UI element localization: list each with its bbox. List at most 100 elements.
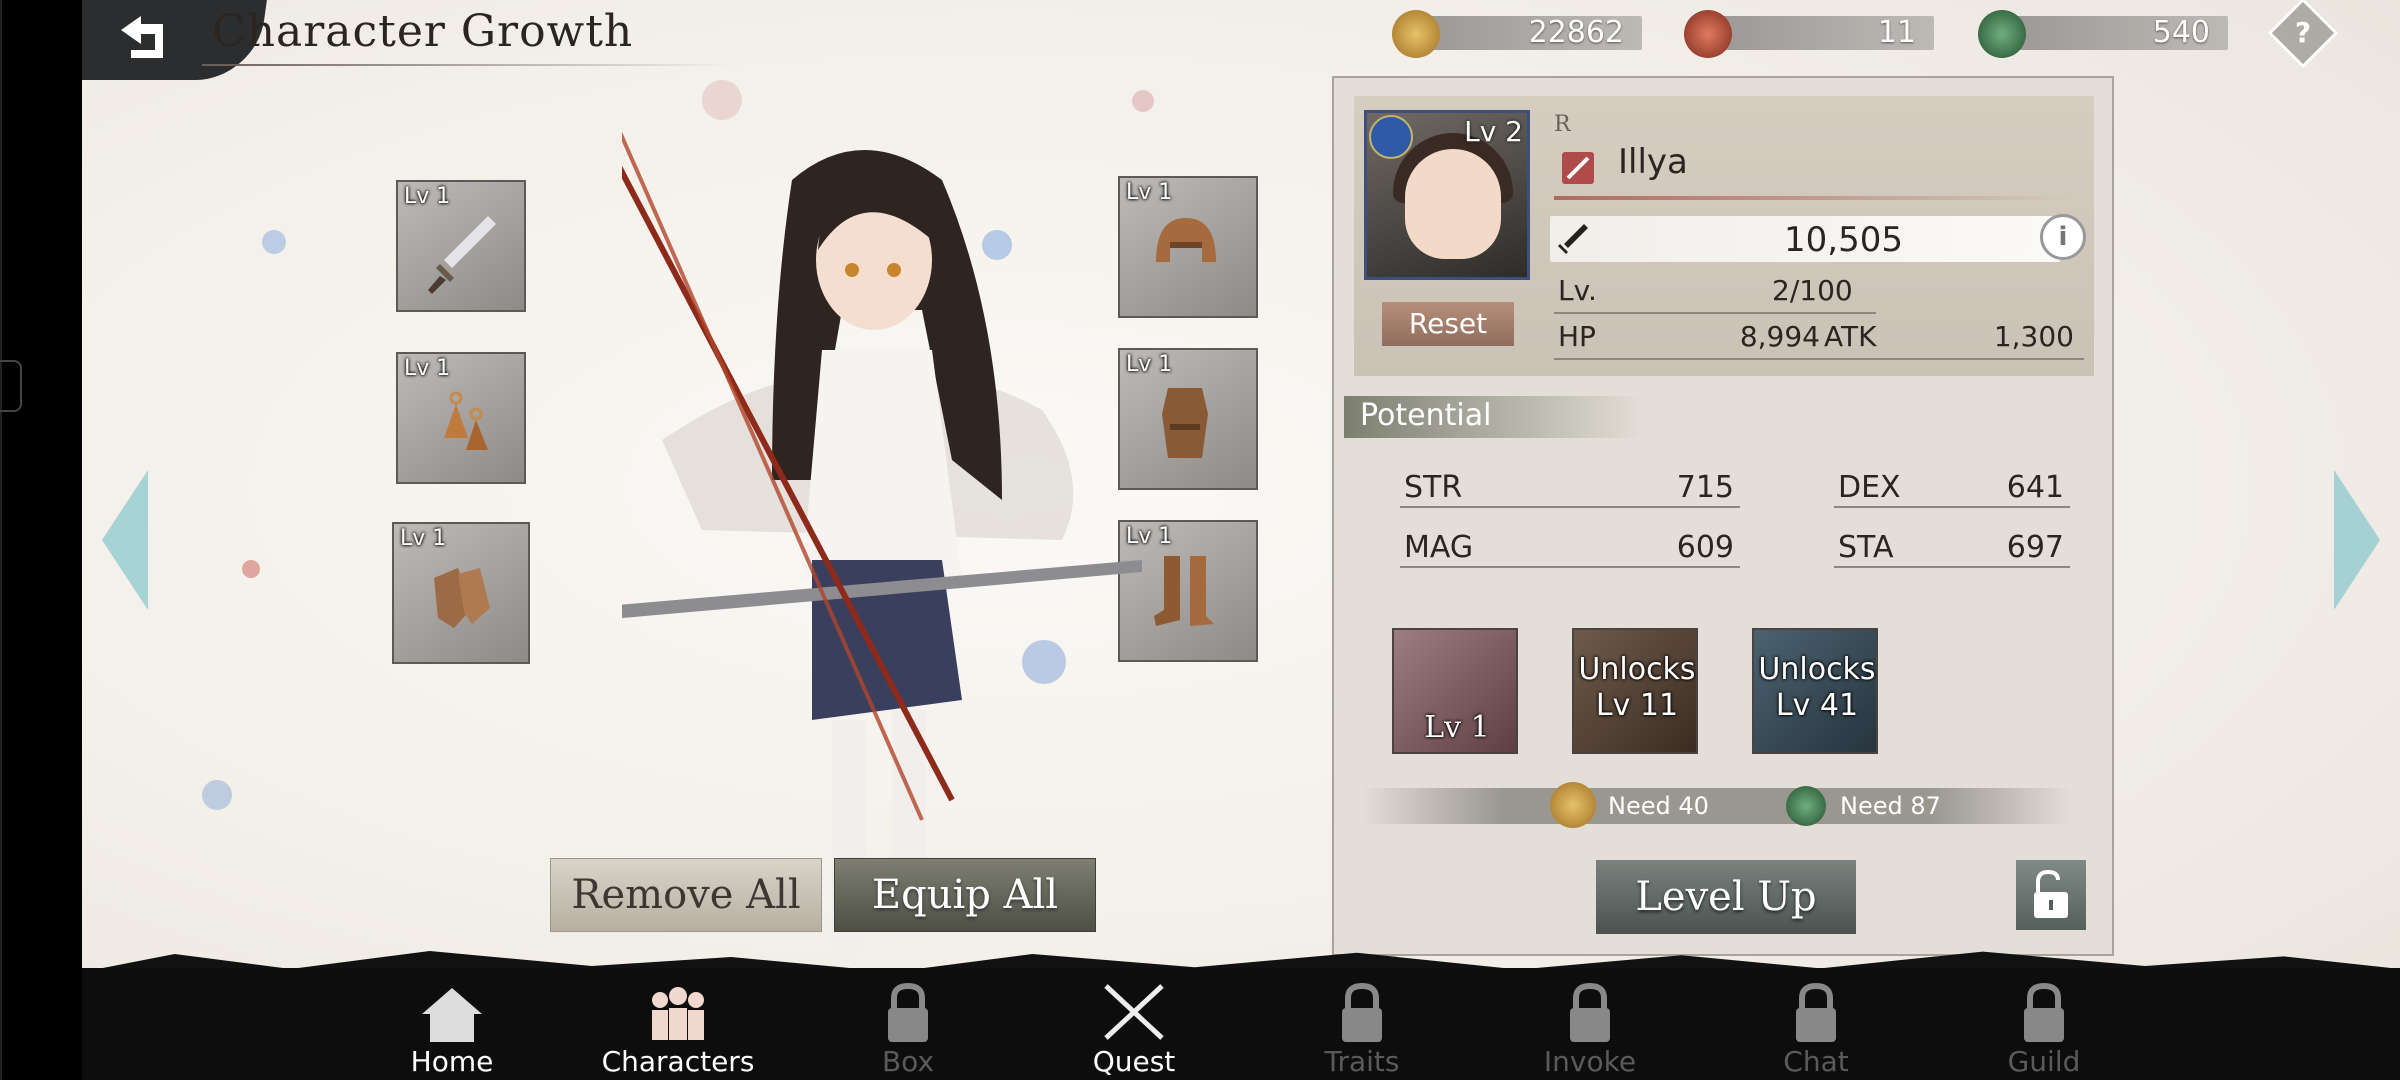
- game-screen: Character Growth 22862 11 540 ? Lv 1 Lv …: [82, 0, 2400, 1080]
- orb-cost: Need 87: [1840, 792, 1941, 820]
- equip-slot-weapon[interactable]: Lv 1: [396, 180, 526, 312]
- paint-splatter: [242, 560, 260, 578]
- atk-value: 1,300: [1993, 320, 2074, 353]
- mag-value: 609: [1676, 530, 1734, 565]
- divider: [1554, 312, 1876, 314]
- lock-toggle-button[interactable]: [2016, 860, 2086, 930]
- crossed-swords-icon: [1104, 984, 1164, 1040]
- helmet-icon: [1156, 218, 1216, 262]
- next-character-arrow[interactable]: [2334, 470, 2380, 610]
- equip-slot-gloves[interactable]: Lv 1: [392, 522, 530, 664]
- gloves-icon: [434, 568, 490, 628]
- divider: [1400, 506, 1740, 508]
- character-panel: Lv 2 Reset R Illya 10,505 i Lv. 2/100 HP…: [1332, 76, 2114, 956]
- atk-label: ATK: [1824, 320, 1877, 353]
- screen-edge: [0, 0, 2, 1080]
- nav-characters[interactable]: Characters: [578, 980, 778, 1080]
- gold-amount: 22862: [1528, 15, 1624, 50]
- red-orb-amount: 11: [1877, 15, 1916, 50]
- back-arrow-icon[interactable]: [107, 12, 177, 68]
- potential-title: Potential: [1360, 398, 1492, 433]
- red-orb-icon: [1684, 10, 1732, 58]
- hp-label: HP: [1558, 320, 1596, 353]
- mag-label: MAG: [1404, 530, 1474, 565]
- name-underline: [1554, 196, 2074, 200]
- divider: [1400, 566, 1740, 568]
- equip-all-button[interactable]: Equip All: [834, 858, 1096, 932]
- character-name: Illya: [1618, 142, 1688, 182]
- sword-icon: [1558, 224, 1588, 254]
- nav-label: Invoke: [1543, 1045, 1637, 1078]
- info-icon[interactable]: i: [2040, 214, 2086, 260]
- cost-bar: [1362, 788, 2072, 824]
- skill-unlock-text: Unlocks Lv 11: [1578, 652, 1696, 723]
- level-up-button[interactable]: Level Up: [1596, 860, 1856, 934]
- currency-red: 11: [1684, 10, 1934, 58]
- dex-value: 641: [2006, 470, 2064, 505]
- nav-label: Home: [410, 1045, 494, 1078]
- characters-icon: [652, 987, 704, 1040]
- sta-label: STA: [1838, 530, 1894, 565]
- character-info: Lv 2 Reset R Illya 10,505 i Lv. 2/100 HP…: [1354, 96, 2094, 376]
- dex-label: DEX: [1838, 470, 1901, 505]
- skill-unlock-text: Unlocks Lv 41: [1758, 652, 1876, 723]
- nav-traits[interactable]: Traits: [1262, 980, 1462, 1080]
- dagger-icon: [428, 216, 496, 294]
- nav-box[interactable]: Box: [808, 980, 1008, 1080]
- help-button[interactable]: ?: [2267, 0, 2339, 69]
- class-icon: [1562, 152, 1594, 184]
- divider: [1834, 506, 2070, 508]
- boots-icon: [1154, 556, 1214, 626]
- nav-chat[interactable]: Chat: [1716, 980, 1916, 1080]
- lock-icon: [2024, 982, 2064, 1042]
- character-portrait[interactable]: Lv 2: [1364, 110, 1530, 280]
- potential-skill-3[interactable]: Unlocks Lv 41: [1752, 628, 1878, 754]
- currency-green: 540: [1978, 10, 2228, 58]
- portrait-level: Lv 2: [1464, 115, 1523, 148]
- lock-icon: [1796, 982, 1836, 1042]
- rarity-label: R: [1554, 112, 1571, 137]
- hp-value: 8,994: [1739, 320, 1820, 353]
- lock-icon: [888, 982, 928, 1042]
- combat-power: 10,505: [1784, 220, 1903, 260]
- green-orb-amount: 540: [2152, 15, 2210, 50]
- sta-value: 697: [2006, 530, 2064, 565]
- prev-character-arrow[interactable]: [102, 470, 148, 610]
- gold-coin-icon: [1392, 10, 1440, 58]
- nav-label: Guild: [2007, 1045, 2081, 1078]
- gold-cost: Need 40: [1608, 792, 1709, 820]
- side-notch: [0, 360, 22, 412]
- nav-label: Quest: [1092, 1045, 1176, 1078]
- green-orb-icon: [1786, 786, 1826, 826]
- divider: [1834, 566, 2070, 568]
- nav-invoke[interactable]: Invoke: [1490, 980, 1690, 1080]
- nav-label: Chat: [1783, 1045, 1849, 1078]
- gold-coin-icon: [1550, 782, 1596, 828]
- potential-skill-1[interactable]: Lv 1: [1392, 628, 1518, 754]
- lock-icon: [1342, 982, 1382, 1042]
- paint-splatter: [262, 230, 286, 254]
- home-icon: [422, 988, 482, 1042]
- green-orb-icon: [1978, 10, 2026, 58]
- remove-all-button[interactable]: Remove All: [550, 858, 822, 932]
- nav-quest[interactable]: Quest: [1034, 980, 1234, 1080]
- element-icon: [1369, 115, 1413, 159]
- armor-icon: [1162, 388, 1208, 458]
- potential-skill-2[interactable]: Unlocks Lv 11: [1572, 628, 1698, 754]
- reset-button[interactable]: Reset: [1382, 302, 1514, 346]
- character-illustration: [622, 131, 1142, 950]
- str-value: 715: [1676, 470, 1734, 505]
- unlock-icon: [2034, 870, 2068, 918]
- str-label: STR: [1404, 470, 1463, 505]
- divider: [1554, 358, 2084, 360]
- question-icon: ?: [2294, 16, 2312, 49]
- level-value: 2/100: [1772, 274, 1853, 307]
- nav-guild[interactable]: Guild: [1944, 980, 2144, 1080]
- earring-icon: [444, 391, 488, 450]
- currency-gold: 22862: [1392, 10, 1642, 58]
- equip-slot-accessory[interactable]: Lv 1: [396, 352, 526, 484]
- nav-home[interactable]: Home: [352, 980, 552, 1080]
- page-title: Character Growth: [212, 6, 634, 57]
- nav-label: Box: [881, 1045, 935, 1078]
- lock-icon: [1570, 982, 1610, 1042]
